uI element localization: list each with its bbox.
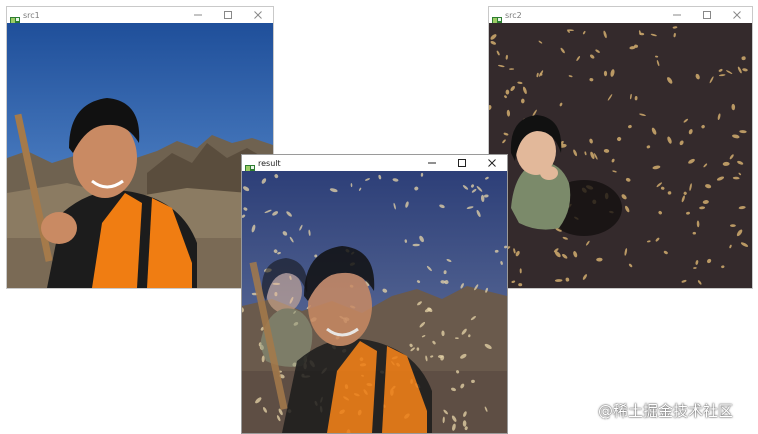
maximize-icon [224, 11, 232, 19]
window-src1[interactable]: src1 [6, 6, 274, 289]
app-icon [492, 11, 502, 26]
close-button[interactable] [477, 155, 507, 171]
window-src2[interactable]: src2 [488, 6, 753, 289]
window-title: src1 [23, 10, 40, 20]
desktop: src1 src2 result @稀土掘金技术社区 https://blog.… [0, 0, 758, 434]
window-title: src2 [505, 10, 522, 20]
watermark-url: https://blog.csdn.net/... [540, 414, 634, 423]
window-result[interactable]: result [241, 154, 508, 434]
maximize-button[interactable] [447, 155, 477, 171]
image-src1 [7, 23, 273, 288]
maximize-button[interactable] [213, 7, 243, 23]
titlebar-result[interactable]: result [242, 155, 507, 174]
leaf [505, 89, 510, 95]
maximize-icon [458, 159, 466, 167]
window-title: result [258, 158, 281, 168]
image-src2 [489, 23, 752, 288]
minimize-icon [194, 14, 202, 16]
close-icon [733, 11, 741, 19]
app-icon [245, 159, 255, 174]
close-button[interactable] [722, 7, 752, 23]
close-button[interactable] [243, 7, 273, 23]
close-icon [254, 11, 262, 19]
maximize-button[interactable] [692, 7, 722, 23]
maximize-icon [703, 11, 711, 19]
titlebar-src2[interactable]: src2 [489, 7, 752, 26]
titlebar-src1[interactable]: src1 [7, 7, 273, 26]
minimize-button[interactable] [662, 7, 692, 23]
leaf [692, 231, 696, 235]
minimize-icon [428, 162, 436, 164]
minimize-button[interactable] [417, 155, 447, 171]
close-icon [488, 159, 496, 167]
leaf [730, 224, 736, 228]
app-icon [10, 11, 20, 26]
image-result [242, 171, 507, 433]
minimize-icon [673, 14, 681, 16]
minimize-button[interactable] [183, 7, 213, 23]
